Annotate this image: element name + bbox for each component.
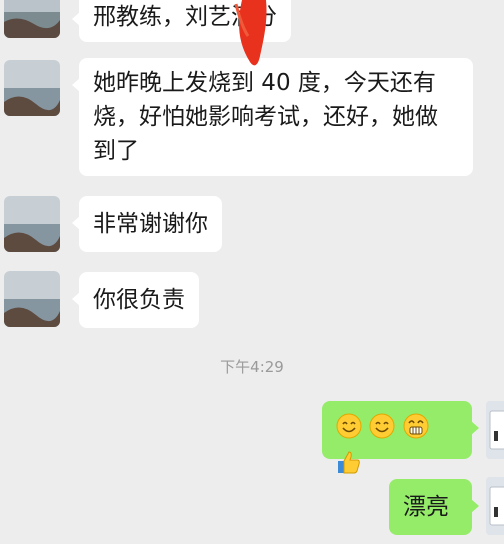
message-bubble-outgoing[interactable] [322,401,479,474]
contact-avatar[interactable] [4,196,60,252]
timestamp: 下午4:29 [220,358,284,376]
redaction-mark [228,0,276,74]
contact-avatar[interactable] [4,60,60,116]
thumbs-up-icon [336,449,362,485]
message-text: 到了 [93,138,139,164]
message-text: 她昨晚上发烧到 40 度，今天还有 [93,70,436,96]
message-text: 漂亮 [403,494,449,520]
smile-icon [336,413,362,449]
self-avatar[interactable] [486,477,504,535]
message-text: 非常谢谢你 [93,211,208,237]
grin-icon [403,413,429,449]
message-text: 烧，好怕她影响考试，还好，她做 [93,104,438,130]
message-text: 你很负责 [93,287,185,313]
message-bubble[interactable]: 非常谢谢你 [72,196,222,252]
smile-icon [369,413,395,449]
contact-avatar[interactable] [4,0,60,38]
message-bubble-outgoing[interactable]: 漂亮 [389,479,479,535]
message-bubble[interactable]: 她昨晚上发烧到 40 度，今天还有 烧，好怕她影响考试，还好，她做 到了 [72,58,473,176]
self-avatar[interactable] [486,401,504,459]
message-bubble[interactable]: 你很负责 [72,272,199,328]
contact-avatar[interactable] [4,271,60,327]
